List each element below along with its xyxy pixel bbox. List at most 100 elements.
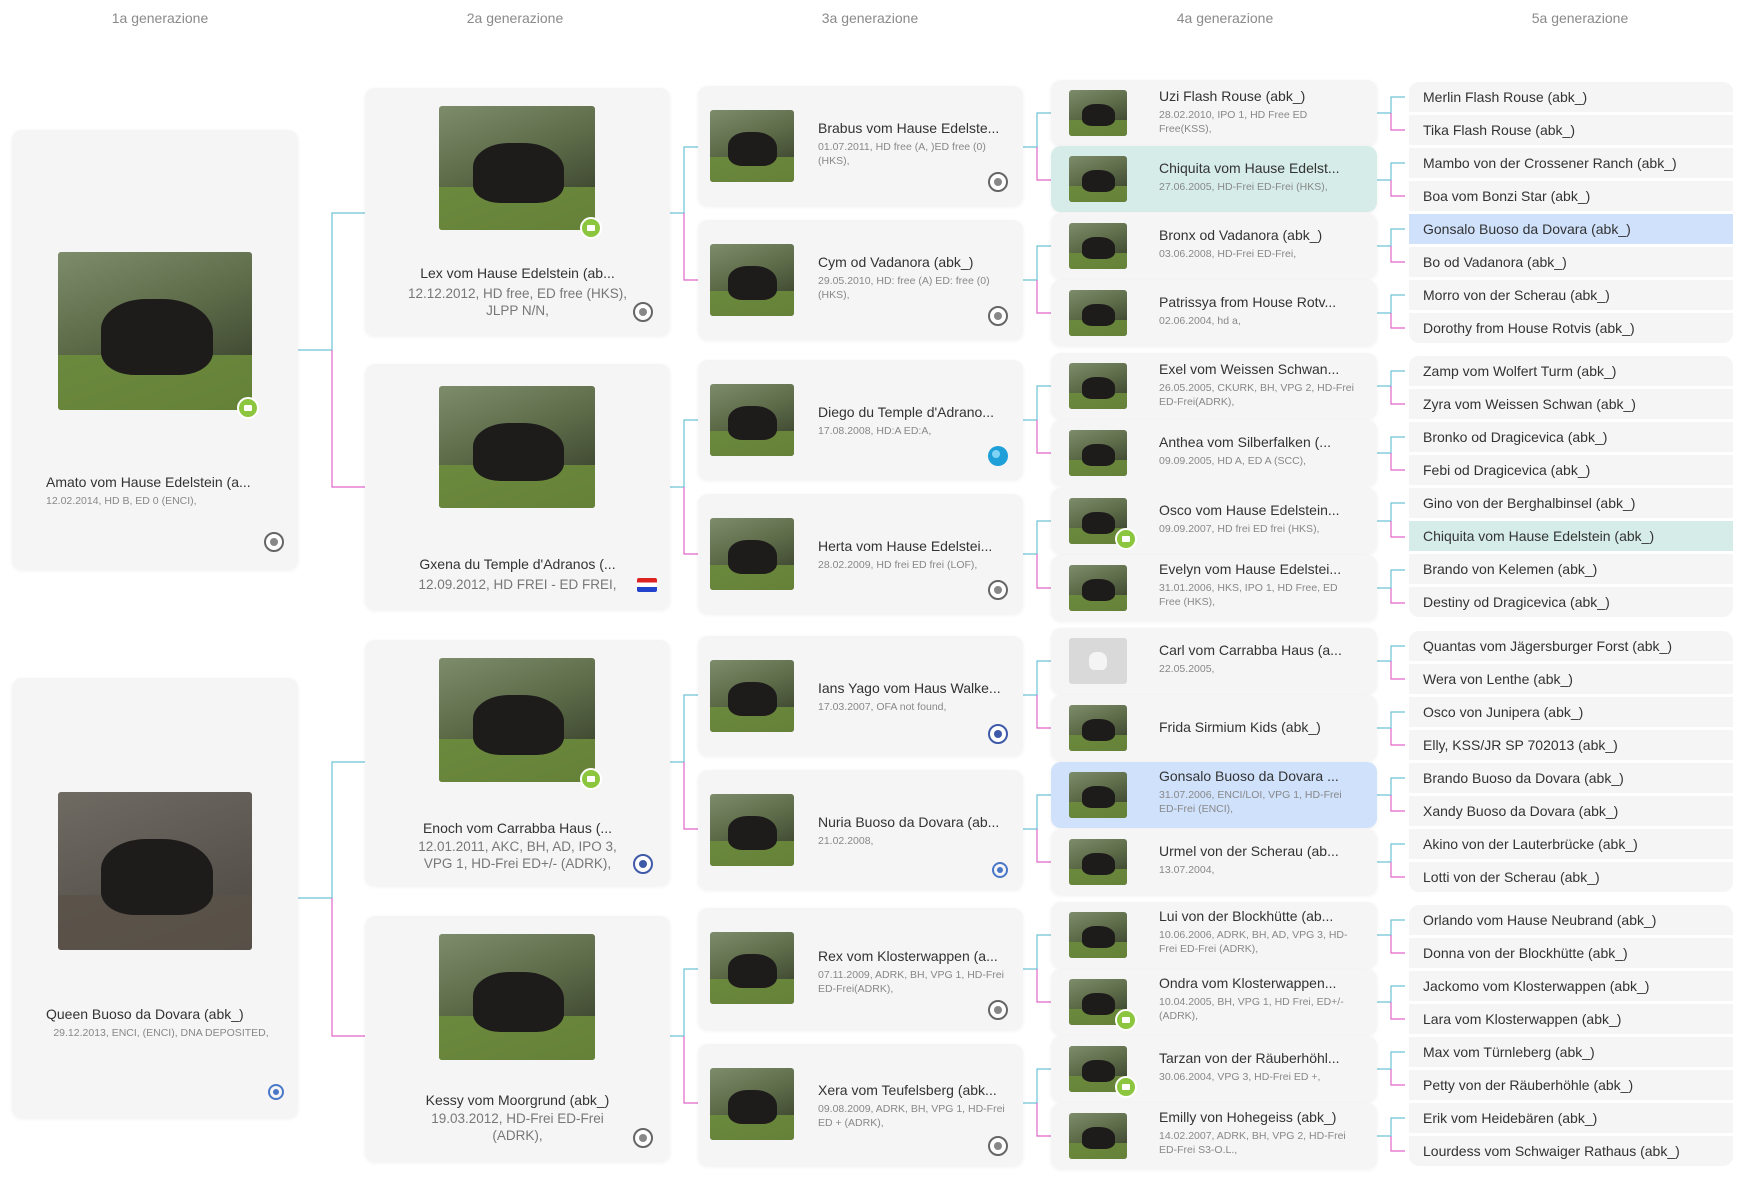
dog-name[interactable]: Bo od Vadanora (abk_)	[1423, 254, 1567, 270]
video-icon[interactable]	[580, 768, 602, 790]
gen4-card[interactable]: Tarzan von der Räuberhöhl... 30.06.2004,…	[1051, 1036, 1377, 1102]
dog-name[interactable]: Chiquita vom Hause Edelst...	[1159, 160, 1359, 176]
gen5-row[interactable]: Xandy Buoso da Dovara (abk_)	[1409, 796, 1733, 826]
dog-name[interactable]: Bronko od Dragicevica (abk_)	[1423, 429, 1607, 445]
dog-name[interactable]: Evelyn vom Hause Edelstei...	[1159, 561, 1359, 577]
gen5-row[interactable]: Lara vom Klosterwappen (abk_)	[1409, 1004, 1733, 1034]
dog-name[interactable]: Enoch vom Carrabba Haus (...	[405, 820, 630, 836]
gen1-card-dam[interactable]: Queen Buoso da Dovara (abk_) 29.12.2013,…	[12, 678, 298, 1118]
dog-name[interactable]: Gxena du Temple d'Adranos (...	[405, 556, 630, 572]
gen3-card[interactable]: Nuria Buoso da Dovara (ab... 21.02.2008,	[698, 770, 1023, 890]
dog-name[interactable]: Wera von Lenthe (abk_)	[1423, 671, 1573, 687]
gen4-card[interactable]: Ondra vom Klosterwappen... 10.04.2005, B…	[1051, 969, 1377, 1035]
dog-name[interactable]: Brando Buoso da Dovara (abk_)	[1423, 770, 1624, 786]
dog-name[interactable]: Patrissya from House Rotv...	[1159, 294, 1359, 310]
dog-name[interactable]: Brabus vom Hause Edelste...	[818, 120, 1008, 136]
dog-name[interactable]: Zamp vom Wolfert Turm (abk_)	[1423, 363, 1616, 379]
gen4-card[interactable]: Osco vom Hause Edelstein... 09.09.2007, …	[1051, 488, 1377, 554]
dog-name[interactable]: Petty von der Räuberhöhle (abk_)	[1423, 1077, 1633, 1093]
dog-name[interactable]: Anthea vom Silberfalken (...	[1159, 434, 1359, 450]
dog-name[interactable]: Merlin Flash Rouse (abk_)	[1423, 89, 1587, 105]
gen4-card[interactable]: Carl vom Carrabba Haus (a... 22.05.2005,	[1051, 628, 1377, 694]
gen5-row[interactable]: Brando Buoso da Dovara (abk_)	[1409, 763, 1733, 793]
gen5-row[interactable]: Mambo von der Crossener Ranch (abk_)	[1409, 148, 1733, 178]
dog-name[interactable]: Kessy vom Moorgrund (abk_)	[405, 1092, 630, 1108]
gen2-card[interactable]: Enoch vom Carrabba Haus (... 12.01.2011,…	[365, 640, 670, 886]
gen4-card[interactable]: Uzi Flash Rouse (abk_) 28.02.2010, IPO 1…	[1051, 80, 1377, 146]
dog-name[interactable]: Lotti von der Scherau (abk_)	[1423, 869, 1600, 885]
gen3-card[interactable]: Ians Yago vom Haus Walke... 17.03.2007, …	[698, 636, 1023, 756]
dog-name[interactable]: Lara vom Klosterwappen (abk_)	[1423, 1011, 1621, 1027]
dog-name[interactable]: Orlando vom Hause Neubrand (abk_)	[1423, 912, 1656, 928]
gen5-row[interactable]: Febi od Dragicevica (abk_)	[1409, 455, 1733, 485]
dog-name[interactable]: Amato vom Hause Edelstein (a...	[46, 474, 276, 490]
dog-name[interactable]: Max vom Türnleberg (abk_)	[1423, 1044, 1595, 1060]
dog-name[interactable]: Jackomo vom Klosterwappen (abk_)	[1423, 978, 1649, 994]
gen5-row[interactable]: Chiquita vom Hause Edelstein (abk_)	[1409, 521, 1733, 551]
gen5-row[interactable]: Wera von Lenthe (abk_)	[1409, 664, 1733, 694]
dog-name[interactable]: Uzi Flash Rouse (abk_)	[1159, 88, 1359, 104]
dog-name[interactable]: Diego du Temple d'Adrano...	[818, 404, 1008, 420]
dog-name[interactable]: Donna von der Blockhütte (abk_)	[1423, 945, 1628, 961]
dog-name[interactable]: Frida Sirmium Kids (abk_)	[1159, 719, 1359, 735]
gen5-row[interactable]: Destiny od Dragicevica (abk_)	[1409, 587, 1733, 617]
dog-name[interactable]: Tika Flash Rouse (abk_)	[1423, 122, 1575, 138]
video-icon[interactable]	[1115, 1076, 1137, 1098]
gen5-row[interactable]: Gonsalo Buoso da Dovara (abk_)	[1409, 214, 1733, 244]
gen5-row[interactable]: Max vom Türnleberg (abk_)	[1409, 1037, 1733, 1067]
dog-name[interactable]: Gino von der Berghalbinsel (abk_)	[1423, 495, 1635, 511]
dog-name[interactable]: Urmel von der Scherau (ab...	[1159, 843, 1359, 859]
gen3-card[interactable]: Xera vom Teufelsberg (abk... 09.08.2009,…	[698, 1044, 1023, 1166]
dog-name[interactable]: Akino von der Lauterbrücke (abk_)	[1423, 836, 1638, 852]
gen5-row[interactable]: Morro von der Scherau (abk_)	[1409, 280, 1733, 310]
gen5-row[interactable]: Lotti von der Scherau (abk_)	[1409, 862, 1733, 892]
gen5-row[interactable]: Jackomo vom Klosterwappen (abk_)	[1409, 971, 1733, 1001]
gen5-row[interactable]: Petty von der Räuberhöhle (abk_)	[1409, 1070, 1733, 1100]
dog-name[interactable]: Exel vom Weissen Schwan...	[1159, 361, 1359, 377]
dog-name[interactable]: Tarzan von der Räuberhöhl...	[1159, 1050, 1359, 1066]
gen5-row[interactable]: Bronko od Dragicevica (abk_)	[1409, 422, 1733, 452]
gen5-row[interactable]: Gino von der Berghalbinsel (abk_)	[1409, 488, 1733, 518]
gen5-row[interactable]: Akino von der Lauterbrücke (abk_)	[1409, 829, 1733, 859]
dog-name[interactable]: Gonsalo Buoso da Dovara ...	[1159, 768, 1359, 784]
dog-name[interactable]: Lourdess vom Schwaiger Rathaus (abk_)	[1423, 1143, 1680, 1159]
gen4-card[interactable]: Bronx od Vadanora (abk_) 03.06.2008, HD-…	[1051, 213, 1377, 279]
dog-name[interactable]: Xera vom Teufelsberg (abk...	[818, 1082, 1008, 1098]
dog-name[interactable]: Febi od Dragicevica (abk_)	[1423, 462, 1590, 478]
gen3-card[interactable]: Diego du Temple d'Adrano... 17.08.2008, …	[698, 360, 1023, 480]
gen5-row[interactable]: Zamp vom Wolfert Turm (abk_)	[1409, 356, 1733, 386]
dog-name[interactable]: Cym od Vadanora (abk_)	[818, 254, 1008, 270]
video-icon[interactable]	[1115, 1009, 1137, 1031]
gen4-card[interactable]: Exel vom Weissen Schwan... 26.05.2005, C…	[1051, 353, 1377, 419]
dog-name[interactable]: Chiquita vom Hause Edelstein (abk_)	[1423, 528, 1654, 544]
gen5-row[interactable]: Donna von der Blockhütte (abk_)	[1409, 938, 1733, 968]
dog-name[interactable]: Quantas vom Jägersburger Forst (abk_)	[1423, 638, 1672, 654]
dog-name[interactable]: Osco vom Hause Edelstein...	[1159, 502, 1359, 518]
gen4-card[interactable]: Gonsalo Buoso da Dovara ... 31.07.2006, …	[1051, 762, 1377, 828]
dog-name[interactable]: Morro von der Scherau (abk_)	[1423, 287, 1610, 303]
dog-name[interactable]: Carl vom Carrabba Haus (a...	[1159, 642, 1359, 658]
dog-name[interactable]: Ians Yago vom Haus Walke...	[818, 680, 1008, 696]
gen5-row[interactable]: Quantas vom Jägersburger Forst (abk_)	[1409, 631, 1733, 661]
dog-name[interactable]: Xandy Buoso da Dovara (abk_)	[1423, 803, 1618, 819]
dog-name[interactable]: Emilly von Hohegeiss (abk_)	[1159, 1109, 1359, 1125]
gen5-row[interactable]: Tika Flash Rouse (abk_)	[1409, 115, 1733, 145]
gen5-row[interactable]: Lourdess vom Schwaiger Rathaus (abk_)	[1409, 1136, 1733, 1166]
gen5-row[interactable]: Dorothy from House Rotvis (abk_)	[1409, 313, 1733, 343]
gen5-row[interactable]: Boa vom Bonzi Star (abk_)	[1409, 181, 1733, 211]
video-icon[interactable]	[580, 217, 602, 239]
gen5-row[interactable]: Orlando vom Hause Neubrand (abk_)	[1409, 905, 1733, 935]
gen5-row[interactable]: Bo od Vadanora (abk_)	[1409, 247, 1733, 277]
gen5-row[interactable]: Brando von Kelemen (abk_)	[1409, 554, 1733, 584]
dog-name[interactable]: Nuria Buoso da Dovara (ab...	[818, 814, 1008, 830]
gen4-card[interactable]: Emilly von Hohegeiss (abk_) 14.02.2007, …	[1051, 1103, 1377, 1169]
dog-name[interactable]: Boa vom Bonzi Star (abk_)	[1423, 188, 1590, 204]
dog-name[interactable]: Dorothy from House Rotvis (abk_)	[1423, 320, 1635, 336]
gen4-card[interactable]: Urmel von der Scherau (ab... 13.07.2004,	[1051, 829, 1377, 895]
dog-name[interactable]: Herta vom Hause Edelstei...	[818, 538, 1008, 554]
gen4-card[interactable]: Chiquita vom Hause Edelst... 27.06.2005,…	[1051, 146, 1377, 212]
video-icon[interactable]	[1115, 528, 1137, 550]
gen2-card[interactable]: Gxena du Temple d'Adranos (... 12.09.201…	[365, 364, 670, 610]
gen3-card[interactable]: Cym od Vadanora (abk_) 29.05.2010, HD: f…	[698, 220, 1023, 340]
gen5-row[interactable]: Osco von Junipera (abk_)	[1409, 697, 1733, 727]
